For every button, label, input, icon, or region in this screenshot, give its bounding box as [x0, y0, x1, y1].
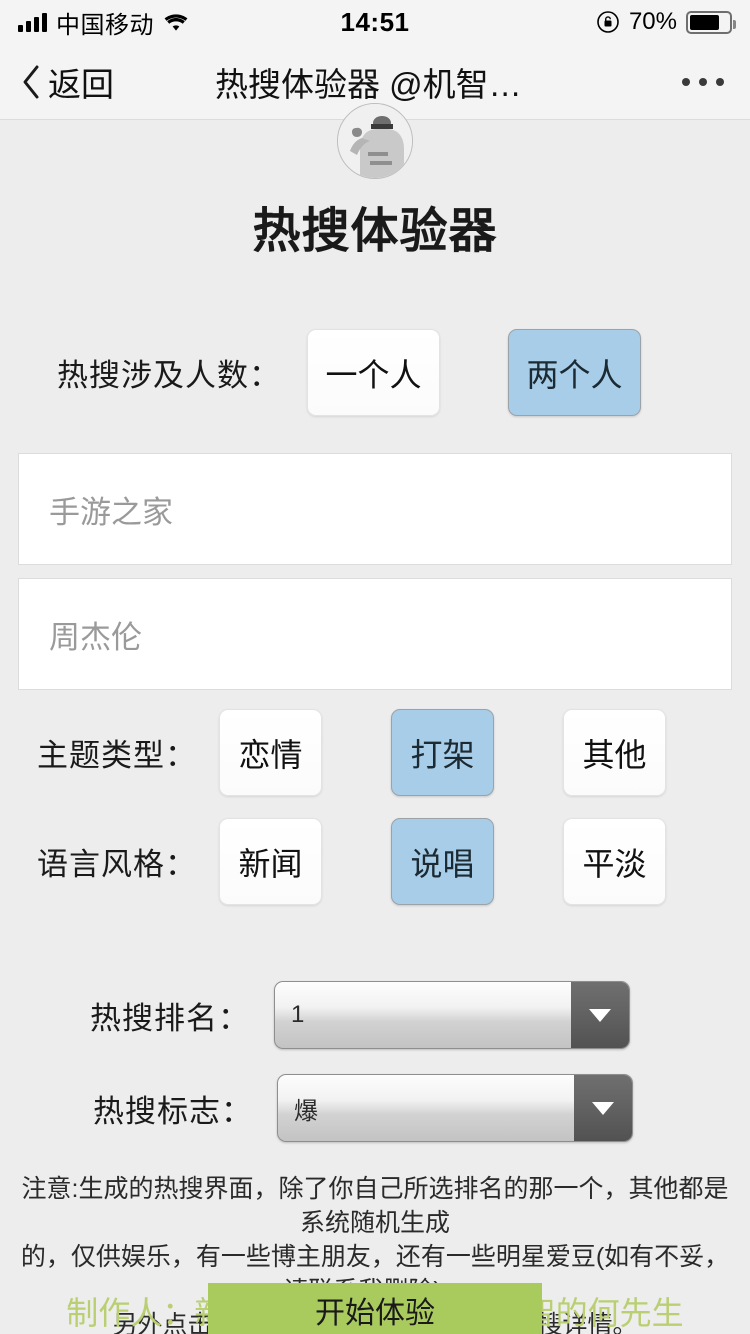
start-button[interactable]: 开始体验 [208, 1283, 542, 1334]
people-count-label: 热搜涉及人数： [57, 358, 281, 393]
name-field-2-placeholder: 周杰伦 [49, 619, 142, 655]
footer: 制作人：新浪微博最帅博主 @机智的何先生 开始体验 [0, 1280, 750, 1334]
signal-bars-icon [18, 12, 47, 32]
style-option-plain[interactable]: 平淡 [563, 818, 666, 905]
theme-option-other[interactable]: 其他 [563, 709, 666, 796]
theme-option-romance[interactable]: 恋情 [219, 709, 322, 796]
back-button[interactable]: 返回 [0, 58, 215, 106]
battery-percent-label: 70% [628, 8, 677, 35]
start-button-label: 开始体验 [315, 1297, 435, 1330]
name-field-1[interactable]: 手游之家 [18, 453, 732, 565]
battery-icon [686, 10, 736, 34]
chevron-down-icon[interactable] [574, 1075, 632, 1141]
status-bar-right: 70% [460, 8, 750, 36]
page-title: 热搜体验器 @机智的何... [215, 65, 535, 103]
flag-select[interactable]: 爆 [277, 1074, 633, 1142]
flag-label: 热搜标志： [93, 1093, 253, 1129]
status-bar-left: 中国移动 [0, 5, 290, 40]
flag-select-value: 爆 [294, 1097, 318, 1125]
notice-line-1: 注意:生成的热搜界面，除了你自己所选排名的那一个，其他都是系统随机生成 [21, 1175, 729, 1237]
rank-select[interactable]: 1 [274, 981, 630, 1049]
style-option-rap-label: 说唱 [410, 845, 475, 882]
style-option-news-label: 新闻 [238, 845, 303, 882]
name-field-2[interactable]: 周杰伦 [18, 578, 732, 690]
theme-option-fight-label: 打架 [410, 736, 475, 773]
style-option-news[interactable]: 新闻 [219, 818, 322, 905]
theme-option-other-label: 其他 [582, 736, 647, 773]
carrier-label: 中国移动 [56, 11, 154, 39]
rank-select-value: 1 [291, 1001, 305, 1028]
more-dots-icon[interactable] [535, 77, 750, 86]
status-bar-clock: 14:51 [340, 6, 410, 37]
wifi-icon [163, 13, 189, 32]
people-option-one-label: 一个人 [325, 356, 422, 393]
user-avatar-photo [337, 103, 413, 179]
rank-label: 热搜排名： [90, 1000, 250, 1036]
people-option-one[interactable]: 一个人 [307, 329, 440, 416]
style-option-plain-label: 平淡 [582, 845, 647, 882]
theme-type-row: 主题类型： 恋情 打架 其他 [0, 709, 750, 796]
rotation-lock-icon [596, 10, 620, 34]
avatar-container [0, 103, 750, 179]
theme-option-romance-label: 恋情 [238, 736, 303, 773]
flag-row: 热搜标志： 爆 [0, 1074, 750, 1142]
language-style-label: 语言风格： [37, 847, 197, 882]
theme-option-fight[interactable]: 打架 [391, 709, 494, 796]
app-title: 热搜体验器 [252, 205, 498, 258]
language-style-row: 语言风格： 新闻 说唱 平淡 [0, 818, 750, 905]
people-count-row: 热搜涉及人数： 一个人 两个人 [0, 329, 750, 416]
status-bar: 中国移动 14:51 70% [0, 0, 750, 44]
rank-row: 热搜排名： 1 [0, 981, 750, 1049]
people-option-two[interactable]: 两个人 [508, 329, 641, 416]
chevron-left-icon [20, 64, 42, 100]
name-field-1-placeholder: 手游之家 [49, 494, 173, 530]
people-option-two-label: 两个人 [526, 356, 623, 393]
phone-screen: 中国移动 14:51 70% 返回 热搜体验器 @机智的 热搜体验器 热搜涉及人… [0, 0, 750, 1334]
style-option-rap[interactable]: 说唱 [391, 818, 494, 905]
theme-type-label: 主题类型： [37, 738, 197, 773]
page-content: 热搜体验器 热搜涉及人数： 一个人 两个人 手游之家 周杰伦 主题类型： 恋情 … [0, 103, 750, 1334]
back-button-label: 返回 [48, 65, 114, 103]
chevron-down-icon[interactable] [571, 982, 629, 1048]
